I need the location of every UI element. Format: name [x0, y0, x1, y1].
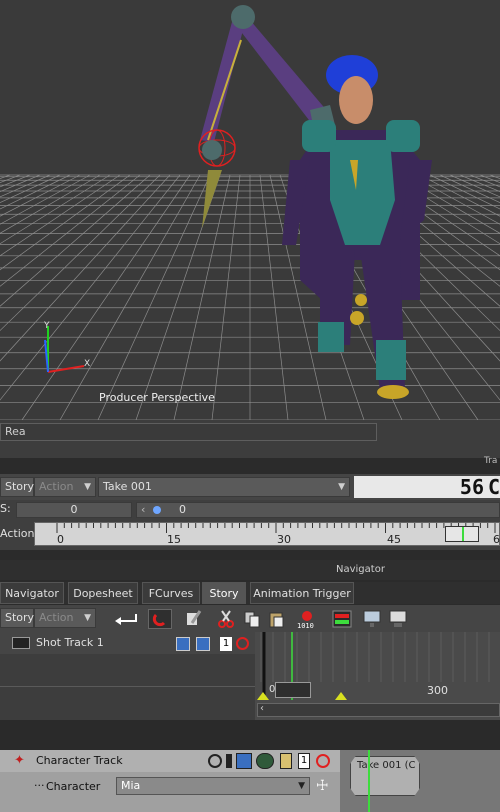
action-mode-dropdown[interactable]: Action ▼ — [34, 477, 96, 497]
action-mode-label: Action — [39, 480, 74, 493]
chevron-left-icon[interactable]: ‹ — [141, 503, 145, 517]
action-mode-label-2: Action — [39, 611, 74, 624]
chevron-left-icon[interactable]: ‹ — [260, 703, 264, 714]
return-arrow-icon[interactable] — [112, 609, 140, 629]
speed-field-2-value: 0 — [179, 503, 186, 516]
track-lock-icon[interactable] — [196, 637, 210, 651]
character-figure-icon: ✦ — [14, 753, 25, 768]
character-select-value: Mia — [121, 779, 141, 792]
chevron-down-icon: ▼ — [338, 482, 345, 492]
navigator-label: Navigator — [336, 564, 385, 575]
shot-track-timeline[interactable]: 300 0 ‹ — [255, 632, 500, 720]
record-frame-icon[interactable]: 1010 — [296, 609, 318, 630]
character-track-header: ✦ Character Track 1 ... Character Mia ▼ … — [0, 750, 340, 812]
monitor-view-icon[interactable] — [362, 609, 382, 629]
story-mode-dropdown[interactable]: Story — [0, 477, 34, 497]
monitor-settings-icon[interactable] — [388, 609, 408, 629]
mute-icon[interactable] — [236, 637, 249, 650]
timeline-ruler-label: 300 — [427, 684, 448, 697]
current-frame-display[interactable]: 56 — [354, 476, 488, 498]
key-icon[interactable] — [280, 753, 292, 769]
horizontal-scrollbar[interactable]: ‹ — [257, 703, 500, 717]
action-timeline-ruler[interactable]: 0 15 30 45 6 — [34, 522, 500, 546]
viewport-camera-label: Producer Perspective — [99, 391, 215, 404]
take-label: Take 001 — [103, 480, 152, 493]
transport-label: Tra — [484, 456, 498, 466]
svg-text:1010: 1010 — [297, 622, 314, 629]
dots: ... — [34, 776, 45, 789]
tab-dopesheet[interactable]: Dopesheet — [68, 582, 138, 604]
navigator-strip: Navigator — [0, 560, 500, 580]
track-solo-icon[interactable] — [176, 637, 190, 651]
story-mode-dropdown-2[interactable]: Story — [0, 608, 34, 628]
chevron-down-icon: ▼ — [84, 482, 91, 492]
time-slider-handle[interactable] — [445, 526, 479, 542]
chevron-down-icon: ▼ — [298, 781, 305, 791]
tab-story[interactable]: Story — [202, 582, 246, 604]
divider — [0, 686, 255, 687]
paste-icon[interactable] — [266, 609, 286, 629]
action-mode-dropdown-2[interactable]: Action ▼ — [34, 608, 96, 628]
copy-icon[interactable] — [242, 609, 262, 629]
svg-text:X: X — [84, 359, 90, 369]
shot-track-header: Shot Track 1 1 — [0, 632, 255, 720]
3d-viewport[interactable]: Y X Producer Perspective — [0, 0, 500, 420]
action-label: Action — [0, 527, 35, 540]
clip-block[interactable]: Take 001 (C — [350, 756, 420, 796]
character-track-timeline[interactable]: Take 001 (C — [340, 750, 500, 812]
current-frame-value: 56 — [459, 475, 484, 499]
cut-scissors-icon[interactable] — [216, 609, 236, 629]
mute-icon[interactable] — [316, 754, 330, 768]
take-dropdown[interactable]: Take 001 ▼ — [98, 477, 350, 497]
ruler-tick-label: 15 — [167, 533, 181, 546]
ruler-tick-label: 45 — [387, 533, 401, 546]
story-mode-label-2: Story — [5, 611, 35, 624]
timeline-scroll-thumb[interactable] — [275, 682, 311, 698]
speed-field-2[interactable]: ‹ 0 — [136, 502, 500, 518]
render-clip-icon[interactable] — [332, 609, 352, 629]
slider-knob-icon[interactable] — [153, 506, 161, 514]
pencil-edit-icon[interactable] — [184, 609, 204, 629]
marker-end-icon — [335, 692, 347, 700]
tab-animation-trigger[interactable]: Animation Trigger — [250, 582, 354, 604]
character-field-label: Character — [46, 780, 101, 793]
chevron-down-icon: ▼ — [84, 613, 91, 623]
speed-field-1[interactable]: 0 — [16, 502, 132, 518]
shot-track-label: Shot Track 1 — [36, 636, 104, 649]
character-track-label: Character Track — [36, 754, 123, 767]
current-time-marker — [462, 527, 464, 541]
ruler-tick-label: 30 — [277, 533, 291, 546]
frame-tail: C — [488, 476, 500, 498]
tab-navigator[interactable]: Navigator — [0, 582, 64, 604]
track-number-badge[interactable]: 1 — [220, 637, 232, 651]
track-number-badge[interactable]: 1 — [298, 753, 310, 769]
speed-label: S: — [0, 502, 11, 515]
story-mode-label: Story — [5, 480, 35, 493]
marker-start-icon — [257, 692, 269, 700]
eye-visibility-icon[interactable] — [256, 753, 274, 769]
tab-bar: Navigator Dopesheet FCurves Story Animat… — [0, 582, 500, 604]
record-toggle-icon[interactable] — [208, 754, 222, 768]
dropdown-arrow-icon[interactable] — [226, 754, 232, 768]
tab-fcurves[interactable]: FCurves — [142, 582, 200, 604]
ruler-tick-label: 0 — [57, 533, 64, 546]
status-input[interactable]: Rea — [0, 423, 377, 441]
character-select[interactable]: Mia ▼ — [116, 777, 310, 795]
character-pose-icon[interactable]: ☩ — [316, 778, 329, 794]
track-separator — [0, 720, 500, 750]
frame-tail-text: C — [488, 476, 500, 498]
layers-icon[interactable] — [236, 753, 252, 769]
ruler-tick-label: 6 — [493, 533, 500, 546]
playhead-line — [368, 750, 370, 812]
magnet-snap-icon[interactable] — [148, 609, 172, 629]
clip-label: Take 001 (C — [357, 760, 416, 771]
svg-text:Y: Y — [43, 321, 50, 331]
film-strip-icon — [12, 637, 30, 649]
